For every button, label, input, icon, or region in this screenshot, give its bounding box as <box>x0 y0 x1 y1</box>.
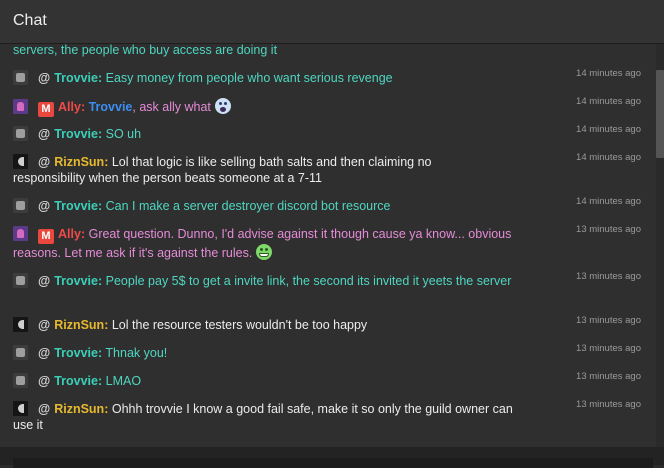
username-separator: : <box>80 100 86 114</box>
avatar[interactable] <box>13 70 28 85</box>
username[interactable]: Ally <box>58 100 81 114</box>
avatar[interactable] <box>13 99 28 114</box>
message-timestamp: 14 minutes ago <box>576 68 641 79</box>
chat-title: Chat <box>13 12 47 29</box>
avatar[interactable] <box>13 198 28 213</box>
at-icon: @ <box>38 346 51 360</box>
chat-scrollbar[interactable] <box>656 44 664 447</box>
chat-message: @ Trovvie: Easy money from people who wan… <box>13 70 648 86</box>
at-icon: @ <box>38 71 51 85</box>
username[interactable]: Trovvie <box>54 374 98 388</box>
moderator-badge: M <box>38 102 54 117</box>
message-timestamp: 13 minutes ago <box>576 399 641 410</box>
chat-message: M Ally: Trovvie, ask ally what <box>13 98 648 117</box>
avatar[interactable] <box>13 373 28 388</box>
username-separator: : <box>97 71 103 85</box>
at-icon: @ <box>38 374 51 388</box>
user-mention[interactable]: Trovvie <box>89 100 133 114</box>
avatar[interactable] <box>13 154 28 169</box>
username[interactable]: RiznSun <box>54 318 104 332</box>
username[interactable]: Trovvie <box>54 346 98 360</box>
avatar[interactable] <box>13 401 28 416</box>
username-separator: : <box>80 227 86 241</box>
username[interactable]: RiznSun <box>54 402 104 416</box>
username[interactable]: Trovvie <box>54 199 98 213</box>
message-timestamp: 13 minutes ago <box>576 224 641 235</box>
message-timestamp: 13 minutes ago <box>576 315 641 326</box>
chat-message: @ Trovvie: Can I make a server destroyer … <box>13 198 648 214</box>
moderator-badge: M <box>38 229 54 244</box>
username[interactable]: Trovvie <box>54 274 98 288</box>
chat-input-bar <box>0 447 664 468</box>
message-text: SO uh <box>105 127 142 141</box>
chat-message-partial: servers, the people who buy access are d… <box>13 44 648 58</box>
message-timestamp: 14 minutes ago <box>576 196 641 207</box>
message-text: Easy money from people who want serious … <box>105 71 393 85</box>
username-separator: : <box>97 199 103 213</box>
at-icon: @ <box>38 318 51 332</box>
username-separator: : <box>104 155 109 169</box>
message-text: LMAO <box>105 374 142 388</box>
at-icon: @ <box>38 127 51 141</box>
message-timestamp: 14 minutes ago <box>576 124 641 135</box>
chat-message: @ Trovvie: LMAO <box>13 373 648 389</box>
message-text: Can I make a server destroyer discord bo… <box>105 199 391 213</box>
chat-message-list[interactable]: servers, the people who buy access are d… <box>0 44 656 447</box>
grinning-face-icon <box>256 244 273 260</box>
message-timestamp: 14 minutes ago <box>576 96 641 107</box>
chat-message: @ Trovvie: People pay 5$ to get a invite … <box>13 273 513 289</box>
chat-header: Chat <box>0 0 664 44</box>
message-text: People pay 5$ to get a invite link, the … <box>105 274 512 288</box>
chat-message: M Ally: Great question. Dunno, I'd advise… <box>13 226 538 261</box>
username-separator: : <box>97 274 103 288</box>
username-separator: : <box>104 402 109 416</box>
avatar[interactable] <box>13 126 28 141</box>
at-icon: @ <box>38 199 51 213</box>
username[interactable]: RiznSun <box>54 155 104 169</box>
username-separator: : <box>97 374 103 388</box>
avatar[interactable] <box>13 273 28 288</box>
username[interactable]: Ally <box>58 227 81 241</box>
chat-input[interactable] <box>13 458 653 468</box>
username[interactable]: Trovvie <box>54 127 98 141</box>
at-icon: @ <box>38 155 51 169</box>
message-text: Thnak you! <box>105 346 168 360</box>
message-timestamp: 14 minutes ago <box>576 152 641 163</box>
chat-message: @ RiznSun: Ohhh trovvie I know a good fai… <box>13 401 523 433</box>
at-icon: @ <box>38 274 51 288</box>
chat-message: @ RiznSun: Lol the resource testers would… <box>13 317 648 333</box>
message-timestamp: 13 minutes ago <box>576 343 641 354</box>
avatar[interactable] <box>13 345 28 360</box>
message-timestamp: 13 minutes ago <box>576 371 641 382</box>
message-text: servers, the people who buy access are d… <box>13 44 278 57</box>
face-screaming-in-fear-icon <box>214 98 231 114</box>
message-timestamp: 13 minutes ago <box>576 271 641 282</box>
username-separator: : <box>97 127 103 141</box>
chat-message: @ Trovvie: SO uh <box>13 126 648 142</box>
chat-message: @ RiznSun: Lol that logic is like selling… <box>13 154 483 186</box>
scrollbar-thumb[interactable] <box>656 70 664 158</box>
avatar[interactable] <box>13 226 28 241</box>
at-icon: @ <box>38 402 51 416</box>
message-text: , ask ally what <box>132 100 211 114</box>
chat-message: @ Trovvie: Thnak you! <box>13 345 648 361</box>
username[interactable]: Trovvie <box>54 71 98 85</box>
username-separator: : <box>104 318 109 332</box>
avatar[interactable] <box>13 317 28 332</box>
message-text: Lol the resource testers wouldn't be too… <box>111 318 368 332</box>
username-separator: : <box>97 346 103 360</box>
